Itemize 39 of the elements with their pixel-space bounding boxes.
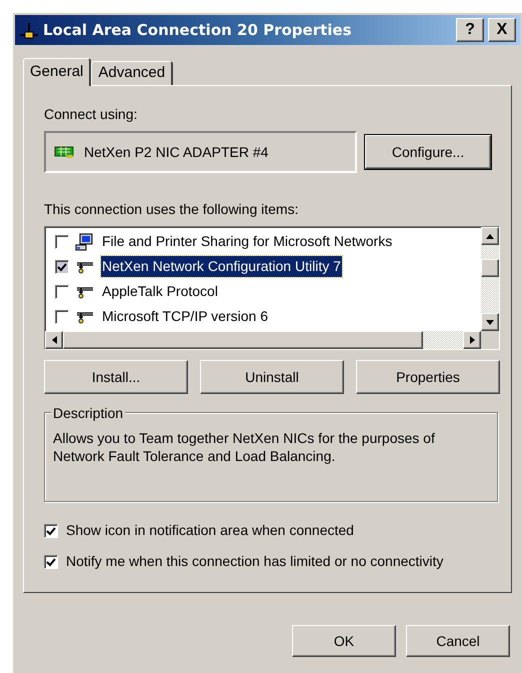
vertical-scrollbar[interactable] (481, 227, 499, 331)
configure-button[interactable]: Configure... (365, 135, 491, 169)
network-plug-icon (75, 310, 95, 324)
tab[interactable]: Advanced (91, 61, 174, 85)
cancel-button[interactable]: Cancel (406, 625, 510, 657)
uninstall-button[interactable]: Uninstall (200, 360, 344, 394)
network-card-icon (54, 145, 74, 159)
option-label: Show icon in notification area when connected (66, 521, 354, 540)
scroll-right-icon[interactable] (470, 336, 474, 344)
list-item[interactable]: Microsoft TCP/IP version 6 (101, 306, 269, 327)
window-title: Local Area Connection 20 Properties (43, 20, 353, 41)
scroll-up-icon[interactable] (486, 234, 494, 238)
ok-button[interactable]: OK (292, 625, 396, 657)
install-button[interactable]: Install... (44, 360, 188, 394)
checkbox[interactable] (55, 260, 69, 274)
adapter-name: NetXen P2 NIC ADAPTER #4 (84, 142, 268, 162)
properties-button[interactable]: Properties (356, 360, 500, 394)
list-item[interactable]: NetXen Network Configuration Utility 7 (101, 256, 342, 277)
network-plug-icon (75, 284, 95, 298)
list-item[interactable]: AppleTalk Protocol (101, 281, 219, 302)
network-icon (19, 21, 39, 39)
checkbox[interactable] (44, 524, 58, 538)
help-button[interactable]: ? (456, 18, 484, 42)
list-item[interactable]: File and Printer Sharing for Microsoft Networks (101, 231, 394, 252)
items-label: This connection uses the following items: (44, 200, 300, 219)
network-plug-icon (75, 260, 95, 274)
description-text: Allows you to Team together NetXen NICs for the purposes of Network Fault Tolerance and Load Balancing. (53, 429, 436, 465)
option-label: Notify me when this connection has limited or no connectivity (66, 552, 444, 571)
scroll-down-icon[interactable] (486, 320, 494, 324)
checkbox[interactable] (44, 554, 58, 568)
scroll-thumb[interactable] (481, 259, 499, 277)
close-button[interactable]: X (488, 18, 516, 42)
scroll-left-icon[interactable] (52, 336, 56, 344)
connect-using-label: Connect using: (44, 105, 138, 124)
scrollbar-corner (481, 331, 499, 349)
horizontal-scrollbar[interactable] (45, 331, 481, 349)
computer-icon (75, 232, 95, 250)
scroll-thumb[interactable] (63, 331, 423, 349)
tab[interactable]: General (23, 58, 92, 86)
